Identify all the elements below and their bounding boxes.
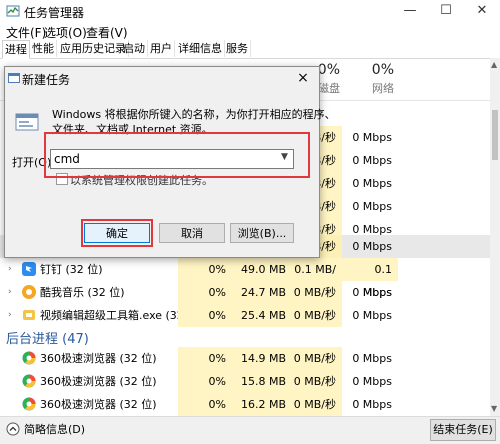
disk-cell: 0 MB/秒 bbox=[292, 281, 342, 304]
360-browser-icon bbox=[22, 397, 36, 411]
column-network[interactable]: 0% 网络 bbox=[354, 62, 394, 96]
minimize-button[interactable]: — bbox=[392, 0, 428, 22]
highlight-box-input bbox=[44, 132, 310, 178]
run-program-icon bbox=[15, 113, 39, 131]
table-row[interactable]: 360极速浏览器 (32 位) 0% 16.2 MB 0 MB/秒 0 Mbps bbox=[0, 393, 490, 416]
window-title: 任务管理器 bbox=[24, 6, 85, 20]
process-name: 钉钉 (32 位) bbox=[40, 263, 103, 276]
table-row[interactable]: 360极速浏览器 (32 位) 0% 14.9 MB 0 MB/秒 0 Mbps bbox=[0, 347, 490, 370]
cpu-cell: 0% bbox=[178, 258, 232, 281]
brief-info-link[interactable]: 简略信息(D) bbox=[24, 421, 85, 437]
network-cell: 0 Mbps bbox=[352, 200, 392, 213]
tab-startup[interactable]: 启动 bbox=[121, 40, 148, 57]
memory-cell: 16.2 MB bbox=[232, 393, 292, 416]
scroll-down-icon[interactable]: ▼ bbox=[491, 404, 497, 413]
network-cell: 0 Mbps bbox=[352, 240, 392, 253]
network-label: 网络 bbox=[372, 82, 394, 95]
cpu-cell: 0% bbox=[178, 347, 232, 370]
end-task-button[interactable]: 结束任务(E) bbox=[430, 419, 496, 441]
close-button[interactable]: ✕ bbox=[464, 0, 500, 22]
network-percent: 0% bbox=[371, 62, 394, 78]
expand-chevron-icon[interactable]: › bbox=[8, 287, 12, 297]
tab-services[interactable]: 服务 bbox=[224, 40, 251, 57]
dialog-description-line1: Windows 将根据你所键入的名称，为你打开相应的程序、 bbox=[52, 108, 336, 121]
cancel-button[interactable]: 取消 bbox=[159, 223, 225, 243]
network-cell: 0 Mbps bbox=[352, 398, 392, 411]
memory-cell: 15.8 MB bbox=[232, 370, 292, 393]
network-cell: 0 Mbps bbox=[352, 131, 392, 144]
tab-details[interactable]: 详细信息 bbox=[176, 40, 225, 57]
tab-processes[interactable]: 进程 bbox=[2, 40, 30, 59]
cpu-cell: 0% bbox=[178, 281, 232, 304]
network-cell: 0 Mbps bbox=[352, 177, 392, 190]
memory-cell: 14.9 MB bbox=[232, 347, 292, 370]
expand-chevron-icon[interactable]: › bbox=[8, 310, 12, 320]
process-name: 酷我音乐 (32 位) bbox=[40, 286, 125, 299]
task-manager-icon bbox=[6, 5, 20, 17]
network-cell: 0 Mbps bbox=[352, 375, 392, 388]
table-row[interactable]: › 酷我音乐 (32 位) 0% 24.7 MB 0 MB/秒 0 Mbps bbox=[0, 281, 490, 304]
menu-view[interactable]: 查看(V) bbox=[86, 24, 128, 41]
tab-users[interactable]: 用户 bbox=[148, 40, 175, 57]
table-row[interactable]: 360极速浏览器 (32 位) 0% 15.8 MB 0 MB/秒 0 Mbps bbox=[0, 370, 490, 393]
highlight-box-ok bbox=[81, 219, 153, 247]
run-dialog-icon bbox=[8, 73, 20, 83]
background-process-group[interactable]: 后台进程 (47) bbox=[6, 328, 89, 347]
memory-cell: 49.0 MB bbox=[232, 258, 292, 281]
menu-file[interactable]: 文件(F) bbox=[6, 24, 46, 41]
360-browser-icon bbox=[22, 351, 36, 365]
dialog-title: 新建任务 bbox=[22, 73, 71, 87]
disk-cell: 0 MB/秒 bbox=[292, 347, 342, 370]
network-cell: 0 Mbps bbox=[352, 154, 392, 167]
dialog-close-button[interactable]: × bbox=[288, 66, 318, 90]
menu-options[interactable]: 选项(O) bbox=[44, 24, 87, 41]
360-browser-icon bbox=[22, 374, 36, 388]
disk-cell: 0 MB/秒 bbox=[292, 304, 342, 327]
tab-app-history[interactable]: 应用历史记录 bbox=[58, 40, 129, 57]
memory-cell: 24.7 MB bbox=[232, 281, 292, 304]
memory-cell: 25.4 MB bbox=[232, 304, 292, 327]
process-name: 360极速浏览器 (32 位) bbox=[40, 375, 157, 388]
collapse-up-icon[interactable] bbox=[6, 422, 20, 436]
kuwo-music-icon bbox=[22, 285, 36, 299]
cpu-cell: 0% bbox=[178, 370, 232, 393]
cpu-cell: 0% bbox=[178, 304, 232, 327]
expand-chevron-icon[interactable]: › bbox=[8, 264, 12, 274]
video-toolbox-icon bbox=[23, 310, 35, 320]
scroll-up-icon[interactable]: ▲ bbox=[491, 60, 497, 69]
tab-performance[interactable]: 性能 bbox=[30, 40, 57, 57]
table-row[interactable]: › 钉钉 (32 位) 0% 49.0 MB 0.1 MB/秒 0.1 Mbps bbox=[0, 258, 490, 299]
cpu-cell: 0% bbox=[178, 393, 232, 416]
network-cell: 0 Mbps bbox=[352, 352, 392, 365]
dingtalk-icon bbox=[22, 262, 36, 276]
process-name: 360极速浏览器 (32 位) bbox=[40, 398, 157, 411]
network-cell: 0.1 Mbps bbox=[342, 258, 398, 299]
disk-cell: 0.1 MB/秒 bbox=[292, 258, 342, 299]
process-name: 360极速浏览器 (32 位) bbox=[40, 352, 157, 365]
table-row[interactable]: › 视频编辑超级工具箱.exe (32 位) 0% 25.4 MB 0 MB/秒… bbox=[0, 304, 490, 327]
maximize-button[interactable]: ☐ bbox=[428, 0, 464, 22]
disk-cell: 0 MB/秒 bbox=[292, 393, 342, 416]
disk-cell: 0 MB/秒 bbox=[292, 370, 342, 393]
browse-button[interactable]: 浏览(B)... bbox=[230, 223, 294, 243]
network-cell: 0 Mbps bbox=[352, 309, 392, 322]
scrollbar-thumb[interactable] bbox=[492, 110, 498, 160]
network-cell: 0 Mbps bbox=[352, 286, 392, 299]
